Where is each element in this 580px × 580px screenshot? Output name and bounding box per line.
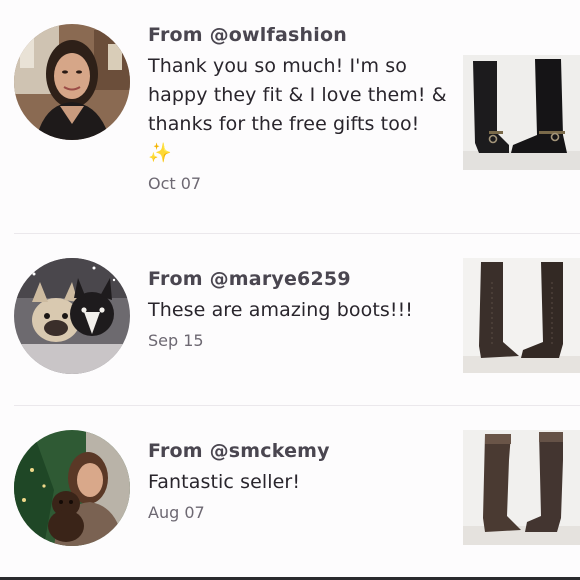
review-message: These are amazing boots!!! [148, 299, 414, 321]
review-item: From @smckemy Fantastic seller! Aug 07 [0, 430, 580, 560]
review-item: From @marye6259 These are amazing boots!… [0, 258, 580, 388]
avatar[interactable] [14, 258, 130, 374]
product-thumbnail[interactable] [463, 55, 580, 170]
review-message: Fantastic seller! [148, 471, 301, 493]
review-author[interactable]: From @smckemy [148, 438, 448, 464]
divider [14, 405, 580, 406]
product-thumbnail[interactable] [463, 258, 580, 373]
review-date: Aug 07 [148, 503, 205, 522]
profile-photo-icon [14, 24, 130, 140]
avatar[interactable] [14, 430, 130, 546]
review-text: From @owlfashion Thank you so much! I'm … [148, 22, 448, 195]
boots-photo-icon [463, 258, 580, 373]
review-message-text: Thank you so much! I'm so happy they fit… [148, 55, 447, 135]
review-date: Sep 15 [148, 331, 204, 350]
review-date: Oct 07 [148, 174, 202, 193]
divider [14, 233, 580, 234]
review-text: From @smckemy Fantastic seller! Aug 07 [148, 438, 448, 524]
review-text: From @marye6259 These are amazing boots!… [148, 266, 448, 352]
profile-photo-icon [14, 258, 130, 374]
review-author[interactable]: From @owlfashion [148, 22, 448, 48]
avatar[interactable] [14, 24, 130, 140]
boots-photo-icon [463, 55, 580, 170]
review-message: Thank you so much! I'm so happy they fit… [148, 52, 448, 168]
profile-photo-icon [14, 430, 130, 546]
product-thumbnail[interactable] [463, 430, 580, 545]
review-author[interactable]: From @marye6259 [148, 266, 448, 292]
boots-photo-icon [463, 430, 580, 545]
review-item: From @owlfashion Thank you so much! I'm … [0, 22, 580, 222]
sparkles-icon: ✨ [148, 142, 172, 164]
